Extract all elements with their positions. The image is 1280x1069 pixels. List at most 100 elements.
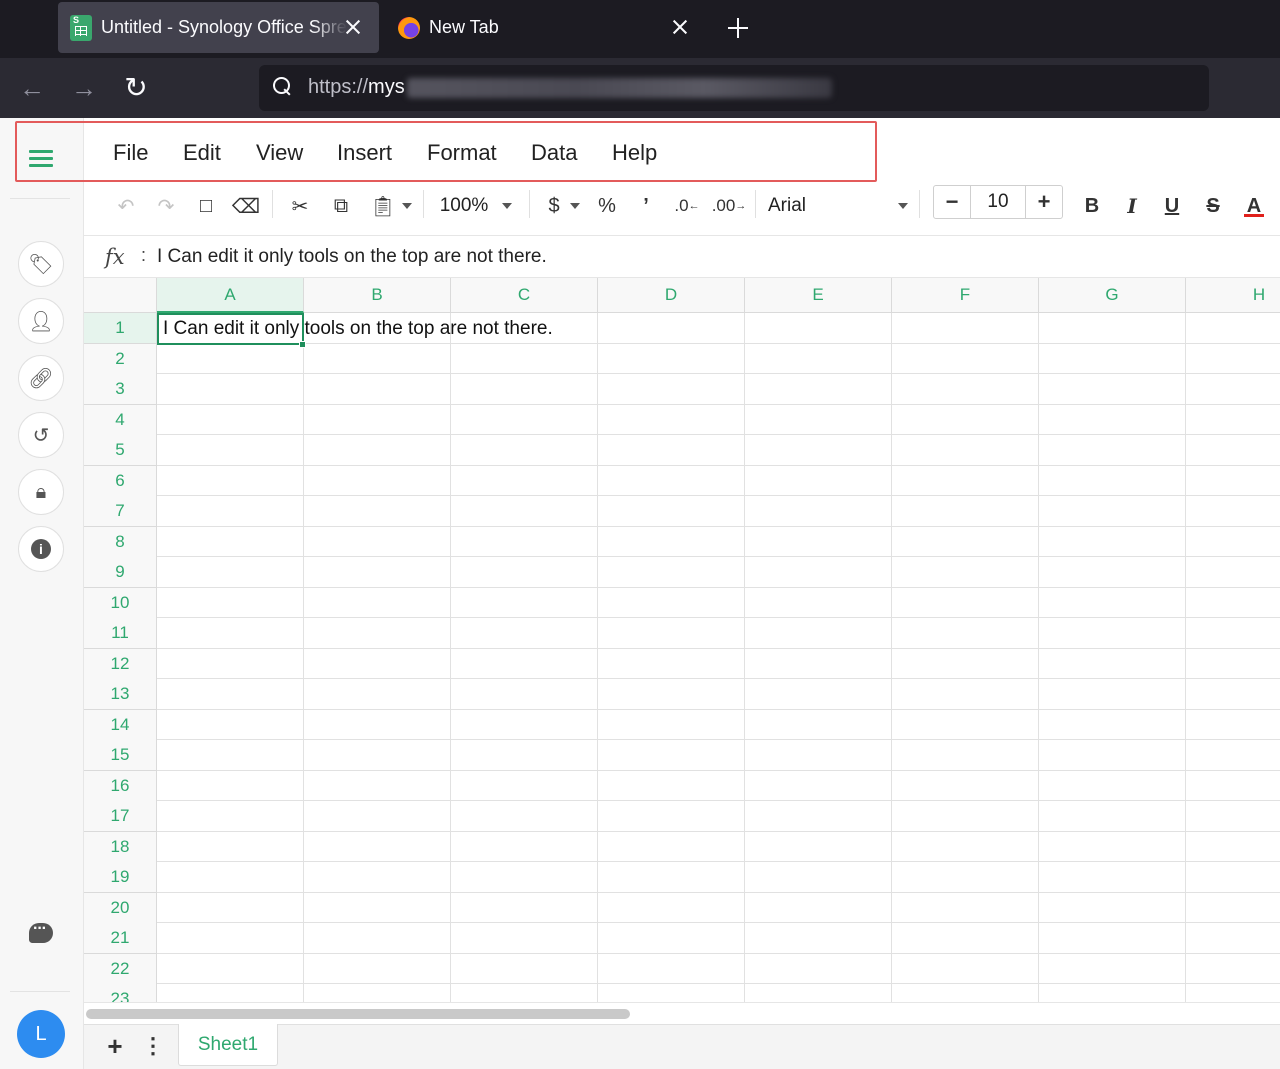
row-header[interactable]: 7 — [84, 496, 157, 527]
add-sheet-button[interactable]: + — [102, 1033, 128, 1059]
undo-icon[interactable]: ↶ — [112, 190, 140, 222]
grid-line — [891, 313, 892, 1002]
font-size-value[interactable]: 10 — [970, 186, 1026, 218]
chat-icon[interactable] — [29, 920, 53, 943]
row-header[interactable]: 21 — [84, 923, 157, 954]
menu-file[interactable]: File — [113, 140, 148, 166]
avatar[interactable]: L — [17, 1010, 65, 1058]
row-header[interactable]: 16 — [84, 770, 157, 802]
menu-help[interactable]: Help — [612, 140, 657, 166]
rail-divider — [10, 991, 70, 992]
row-header[interactable]: 9 — [84, 557, 157, 588]
back-arrow-icon[interactable]: ← — [17, 74, 47, 104]
row-header[interactable]: 11 — [84, 618, 157, 649]
increase-font-size-button[interactable]: + — [1026, 186, 1062, 218]
tag-icon[interactable]: 🏷︎ — [18, 241, 64, 287]
fill-handle[interactable] — [299, 341, 306, 348]
horizontal-scrollbar[interactable] — [84, 1002, 1280, 1024]
row-header[interactable]: 12 — [84, 648, 157, 680]
info-icon[interactable]: i — [18, 526, 64, 572]
zoom-select[interactable]: 100% — [434, 190, 518, 222]
row-header[interactable]: 1 — [84, 313, 157, 344]
row-header[interactable]: 18 — [84, 831, 157, 863]
cell-a1-text[interactable]: I Can edit it only tools on the top are … — [163, 318, 553, 340]
grid-line — [157, 739, 1280, 740]
row-header[interactable]: 14 — [84, 709, 157, 741]
row-header[interactable]: 3 — [84, 374, 157, 405]
new-tab-button[interactable] — [724, 14, 752, 42]
row-header[interactable]: 22 — [84, 953, 157, 985]
row-header[interactable]: 13 — [84, 679, 157, 710]
font-color-button[interactable]: A — [1241, 190, 1267, 222]
row-header[interactable]: 6 — [84, 465, 157, 497]
row-header[interactable]: 2 — [84, 343, 157, 375]
search-icon — [273, 77, 293, 97]
sheet-list-menu-icon[interactable]: ⋮ — [142, 1033, 164, 1059]
row-header[interactable]: 19 — [84, 862, 157, 893]
browser-tab-spreadsheet[interactable]: Untitled - Synology Office Spreadsheet — [58, 2, 379, 53]
row-header[interactable]: 17 — [84, 801, 157, 832]
grid-line — [157, 922, 1280, 923]
paint-format-icon[interactable]: □ — [192, 190, 220, 222]
menu-insert[interactable]: Insert — [337, 140, 392, 166]
browser-tab-new-tab[interactable]: New Tab — [386, 2, 706, 53]
row-header[interactable]: 5 — [84, 435, 157, 466]
column-header[interactable]: A — [157, 278, 304, 313]
increase-decimal-button[interactable]: .00 → — [712, 190, 747, 222]
menu-format[interactable]: Format — [427, 140, 497, 166]
select-all-corner[interactable] — [84, 278, 157, 313]
column-header[interactable]: B — [304, 278, 451, 313]
column-header[interactable]: C — [451, 278, 598, 313]
row-header[interactable]: 20 — [84, 892, 157, 924]
column-header[interactable]: D — [598, 278, 745, 313]
close-tab-icon[interactable] — [668, 15, 692, 39]
decrease-decimal-button[interactable]: .0 ← — [672, 190, 702, 222]
menu-view[interactable]: View — [256, 140, 303, 166]
redo-icon[interactable]: ↷ — [152, 190, 180, 222]
menu-edit[interactable]: Edit — [183, 140, 221, 166]
grid-line — [157, 342, 1280, 344]
decrease-font-size-button[interactable]: − — [934, 186, 970, 218]
copy-icon[interactable]: ⧉ — [327, 190, 355, 222]
address-bar[interactable]: https://mys — [259, 65, 1209, 111]
bold-button[interactable]: B — [1080, 190, 1104, 222]
hamburger-menu-icon[interactable] — [29, 150, 53, 168]
reload-icon[interactable]: ↻ — [121, 74, 151, 104]
toolbar-separator — [423, 190, 424, 218]
sheet-tab[interactable]: Sheet1 — [178, 1024, 278, 1066]
italic-button[interactable]: I — [1120, 190, 1144, 222]
tab-title: Untitled - Synology Office Spreadsheet — [101, 17, 347, 37]
forward-arrow-icon[interactable]: → — [69, 74, 99, 104]
column-header[interactable]: G — [1039, 278, 1186, 313]
lock-icon[interactable]: 🔒︎ — [18, 469, 64, 515]
strikethrough-button[interactable]: S — [1201, 190, 1225, 222]
url-text[interactable]: https://mys — [308, 76, 405, 99]
grid-line — [157, 891, 1280, 893]
eraser-icon[interactable]: ⌫ — [232, 190, 260, 222]
row-header[interactable]: 15 — [84, 740, 157, 771]
column-header[interactable]: F — [892, 278, 1039, 313]
paste-icon[interactable]: 📋︎ — [368, 190, 414, 222]
percent-format-button[interactable]: % — [594, 190, 620, 222]
history-icon[interactable]: ↺ — [18, 412, 64, 458]
add-user-icon[interactable]: 👤︎ — [18, 298, 64, 344]
spreadsheet-grid[interactable]: A B C D E F G H 1 2 3 4 5 6 7 8 9 10 11 12 13 14 15 16 17 18 19 20 2… — [84, 278, 1280, 1002]
row-header[interactable]: 23 — [84, 984, 157, 1002]
formula-input[interactable]: I Can edit it only tools on the top are … — [157, 246, 547, 268]
currency-format-button[interactable]: $ — [542, 190, 586, 222]
menu-data[interactable]: Data — [531, 140, 577, 166]
grid-line — [157, 403, 1280, 405]
font-family-select[interactable]: Arial — [768, 190, 908, 222]
font-size-stepper[interactable]: − 10 + — [933, 185, 1063, 219]
cut-icon[interactable]: ✂︎ — [286, 190, 314, 222]
column-header[interactable]: H — [1186, 278, 1280, 313]
row-header[interactable]: 8 — [84, 526, 157, 558]
comma-format-button[interactable]: ’ — [636, 190, 656, 222]
scrollbar-thumb[interactable] — [86, 1009, 630, 1019]
close-tab-icon[interactable] — [341, 15, 365, 39]
link-icon[interactable]: 🔗︎ — [18, 355, 64, 401]
row-header[interactable]: 4 — [84, 404, 157, 436]
row-header[interactable]: 10 — [84, 587, 157, 619]
underline-button[interactable]: U — [1160, 190, 1184, 222]
column-header[interactable]: E — [745, 278, 892, 313]
